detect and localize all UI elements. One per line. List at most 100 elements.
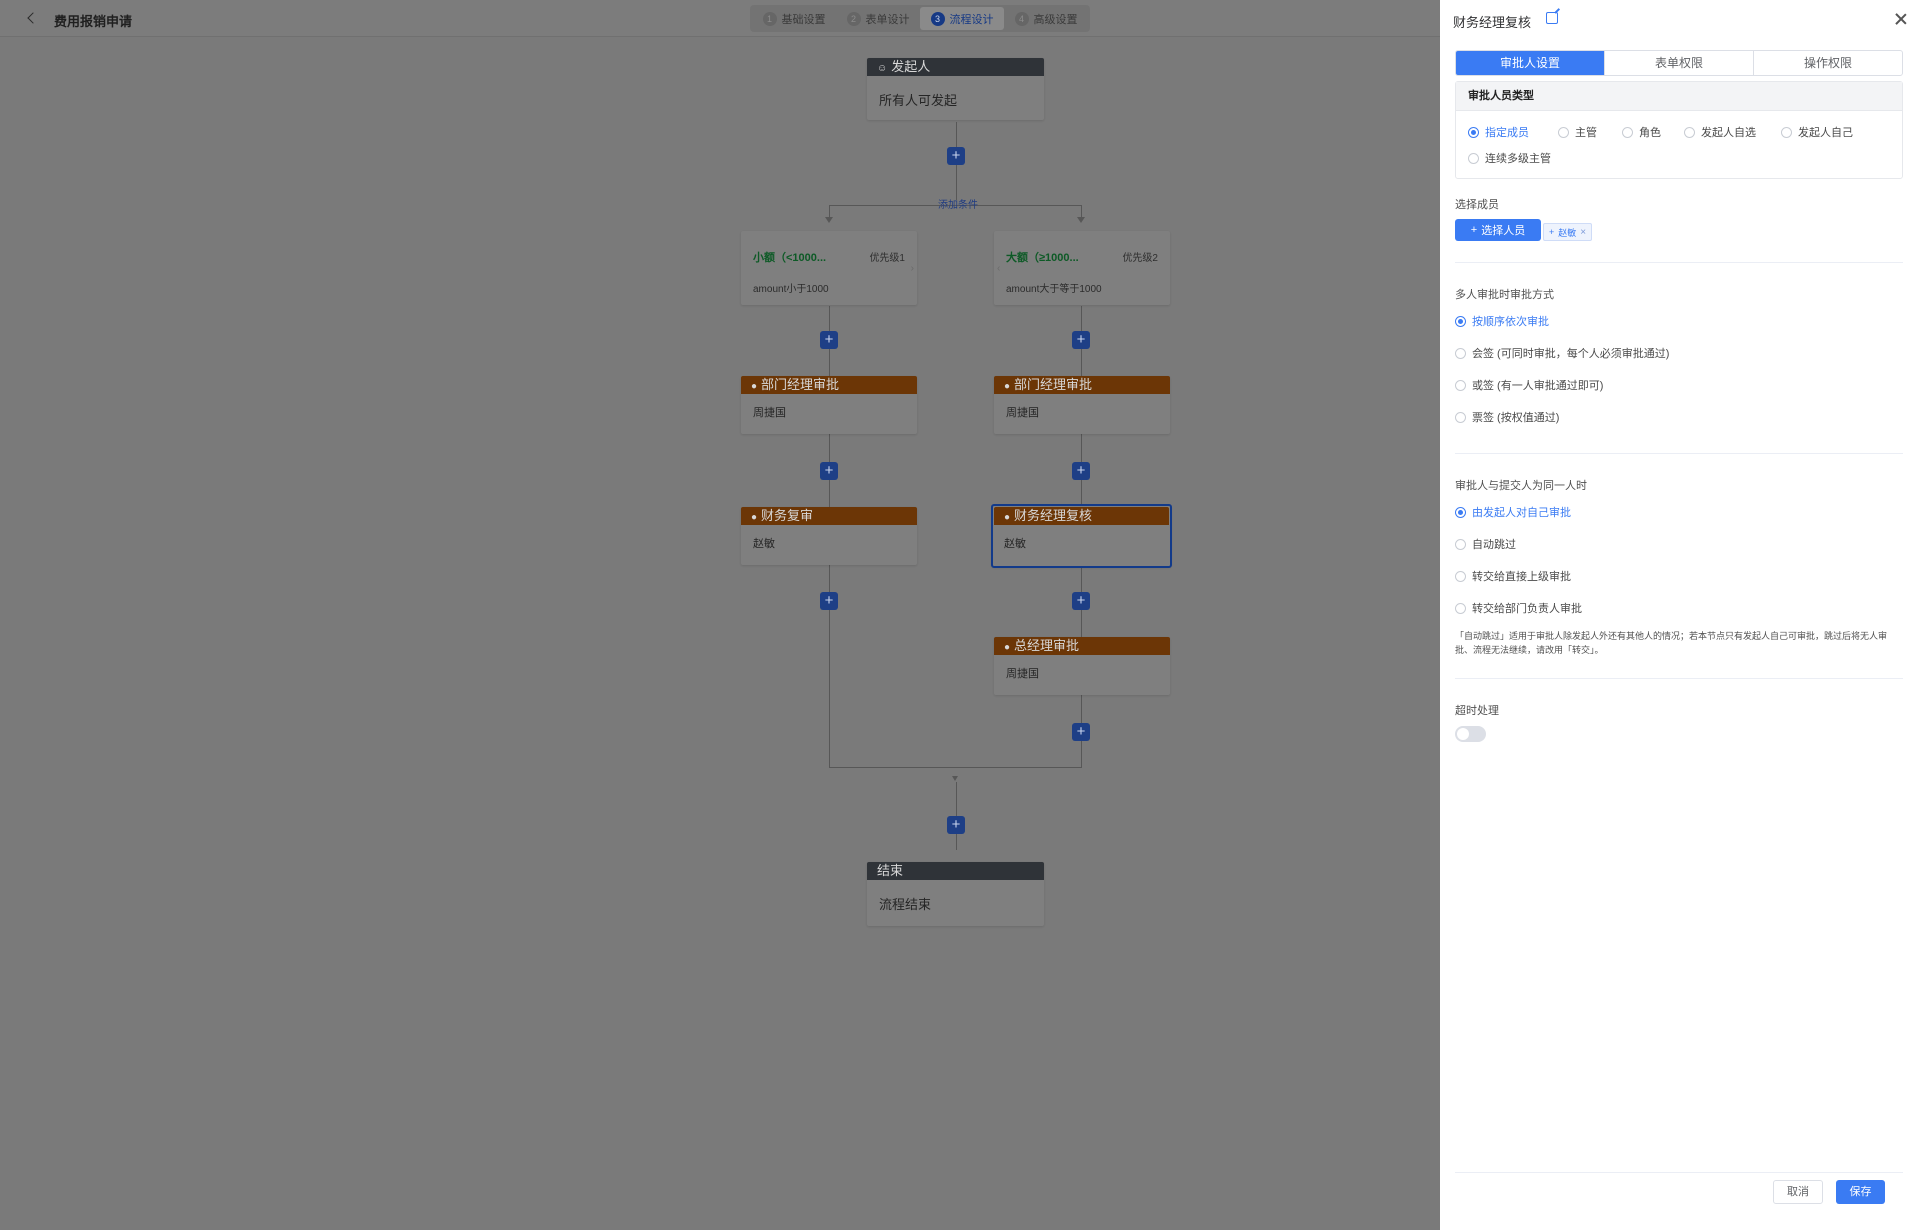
- condition-title: 大额（≥1000...: [1006, 252, 1079, 264]
- same-person-option[interactable]: 由发起人对自己审批: [1455, 504, 1571, 520]
- same-person-option[interactable]: 转交给部门负责人审批: [1455, 600, 1582, 616]
- radio-checked-icon: [1468, 126, 1479, 138]
- start-node[interactable]: ☺ 发起人 所有人可发起: [867, 58, 1044, 120]
- approver-type-option[interactable]: 发起人自己: [1781, 124, 1853, 140]
- divider: [1455, 1172, 1903, 1173]
- arrow-head: [952, 776, 958, 781]
- approver-type-option[interactable]: 连续多级主管: [1468, 150, 1551, 166]
- add-node-button[interactable]: +: [1072, 331, 1090, 349]
- add-node-button[interactable]: +: [947, 816, 965, 834]
- node-title: 财务复审: [761, 508, 814, 523]
- approver-node-header: ● 总经理审批: [994, 637, 1170, 655]
- condition-expression: amount小于1000: [753, 284, 829, 295]
- chevron-left-icon[interactable]: ‹: [997, 263, 1000, 274]
- cancel-button[interactable]: 取消: [1773, 1180, 1823, 1204]
- radio-checked-icon: [1455, 315, 1466, 327]
- step-form-design[interactable]: 2 表单设计: [836, 7, 920, 30]
- arrow-head: [825, 217, 833, 223]
- add-node-button[interactable]: +: [820, 331, 838, 349]
- approver-node-selected[interactable]: ● 财务经理复核 赵敏: [991, 504, 1172, 568]
- start-node-header: ☺ 发起人: [867, 58, 1044, 76]
- radio-icon: [1558, 126, 1569, 138]
- tab-approver-settings[interactable]: 审批人设置: [1456, 51, 1604, 75]
- approver-type-option[interactable]: 主管: [1558, 124, 1597, 140]
- node-title: 部门经理审批: [761, 377, 840, 392]
- add-node-button[interactable]: +: [820, 592, 838, 610]
- person-icon: ●: [751, 381, 758, 392]
- person-icon: ●: [1004, 642, 1011, 653]
- arrow-head: [1077, 217, 1085, 223]
- radio-icon: [1622, 126, 1633, 138]
- approver-type-option[interactable]: 发起人自选: [1684, 124, 1756, 140]
- top-header: 费用报销申请 1 基础设置 2 表单设计 3 流程设计 4 高级设置: [0, 0, 1440, 37]
- step-flow-design[interactable]: 3 流程设计: [920, 7, 1004, 30]
- node-settings-drawer: 财务经理复核 审批人设置 表单权限 操作权限 审批人员类型 指定成员 主管 角色…: [1440, 0, 1920, 1230]
- step-label: 流程设计: [949, 13, 994, 26]
- select-member-button[interactable]: + 选择人员: [1455, 219, 1541, 241]
- end-node[interactable]: 结束 流程结束: [867, 862, 1044, 926]
- step-number: 3: [930, 11, 945, 26]
- radio-icon: [1455, 570, 1466, 582]
- step-label: 高级设置: [1033, 13, 1078, 26]
- multi-approve-option[interactable]: 或签 (有一人审批通过即可): [1455, 377, 1603, 393]
- approver-node-header: ● 财务复审: [741, 507, 917, 525]
- condition-card-large[interactable]: 大额（≥1000... 优先级2 amount大于等于1000 ‹: [994, 231, 1170, 305]
- remove-chip-icon[interactable]: ×: [1580, 227, 1586, 238]
- condition-card-small[interactable]: 小额（<1000... 优先级1 amount小于1000 ›: [741, 231, 917, 305]
- same-person-option[interactable]: 自动跳过: [1455, 536, 1516, 552]
- page-title: 费用报销申请: [54, 14, 133, 29]
- step-advanced-settings[interactable]: 4 高级设置: [1004, 7, 1088, 30]
- close-icon[interactable]: [1894, 12, 1908, 26]
- add-condition-link[interactable]: 添加条件: [938, 196, 978, 211]
- radio-icon: [1455, 538, 1466, 550]
- tab-operation-permissions[interactable]: 操作权限: [1753, 51, 1902, 75]
- connector-line: [829, 205, 830, 217]
- connector-line: [1081, 205, 1082, 217]
- same-person-label: 审批人与提交人为同一人时: [1455, 480, 1587, 492]
- option-label: 由发起人对自己审批: [1472, 507, 1571, 519]
- option-label: 转交给直接上级审批: [1472, 571, 1571, 583]
- radio-icon: [1455, 347, 1466, 359]
- multi-approve-option[interactable]: 票签 (按权值通过): [1455, 409, 1559, 425]
- approver-node[interactable]: ● 部门经理审批 周捷国: [741, 376, 917, 434]
- multi-approve-option[interactable]: 按顺序依次审批: [1455, 313, 1549, 329]
- drawer-title: 财务经理复核: [1453, 15, 1532, 30]
- add-node-button[interactable]: +: [1072, 723, 1090, 741]
- member-chip: + 赵敏 ×: [1543, 223, 1593, 241]
- radio-icon: [1455, 379, 1466, 391]
- edit-icon[interactable]: [1546, 12, 1558, 24]
- approver-type-option[interactable]: 角色: [1622, 124, 1661, 140]
- add-node-button[interactable]: +: [1072, 462, 1090, 480]
- tab-form-permissions[interactable]: 表单权限: [1604, 51, 1753, 75]
- option-label: 发起人自己: [1798, 127, 1853, 139]
- approver-node[interactable]: ● 财务复审 赵敏: [741, 507, 917, 565]
- approver-node[interactable]: ● 部门经理审批 周捷国: [994, 376, 1170, 434]
- person-icon: +: [1549, 227, 1555, 237]
- back-arrow-icon[interactable]: [24, 10, 40, 26]
- settings-tabs: 审批人设置 表单权限 操作权限: [1455, 50, 1903, 76]
- step-basic-settings[interactable]: 1 基础设置: [752, 7, 836, 30]
- same-person-option[interactable]: 转交给直接上级审批: [1455, 568, 1571, 584]
- person-icon: ●: [1004, 512, 1011, 523]
- approver-node[interactable]: ● 总经理审批 周捷国: [994, 637, 1170, 695]
- add-node-button[interactable]: +: [947, 147, 965, 165]
- chevron-right-icon[interactable]: ›: [911, 263, 914, 274]
- save-button[interactable]: 保存: [1836, 1180, 1885, 1204]
- multi-approve-label: 多人审批时审批方式: [1455, 289, 1554, 301]
- multi-approve-option[interactable]: 会签 (可同时审批，每个人必须审批通过): [1455, 345, 1669, 361]
- step-label: 基础设置: [781, 13, 826, 26]
- timeout-toggle[interactable]: [1455, 726, 1486, 742]
- step-number: 2: [846, 11, 861, 26]
- node-body: 周捷国: [1006, 407, 1039, 419]
- approver-node-header: ● 部门经理审批: [741, 376, 917, 394]
- node-title: 发起人: [891, 59, 931, 74]
- condition-expression: amount大于等于1000: [1006, 284, 1102, 295]
- add-node-button[interactable]: +: [1072, 592, 1090, 610]
- step-navigation: 1 基础设置 2 表单设计 3 流程设计 4 高级设置: [750, 5, 1090, 32]
- condition-title: 小额（<1000...: [753, 252, 827, 264]
- radio-icon: [1684, 126, 1695, 138]
- approver-node-header: ● 部门经理审批: [994, 376, 1170, 394]
- add-node-button[interactable]: +: [820, 462, 838, 480]
- approver-type-option[interactable]: 指定成员: [1468, 124, 1529, 140]
- node-title: 总经理审批: [1014, 638, 1080, 653]
